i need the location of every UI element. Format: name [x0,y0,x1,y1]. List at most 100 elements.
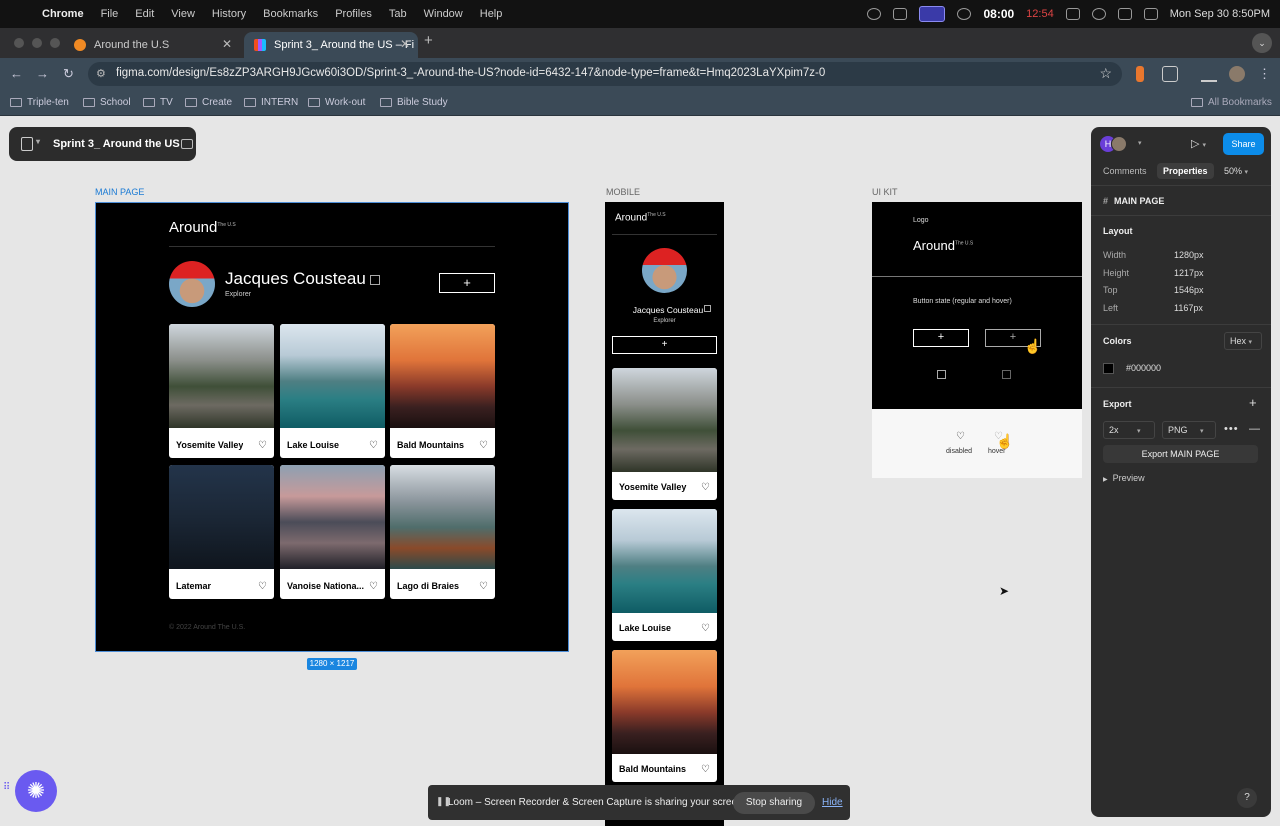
bookmark-work-out[interactable]: Work-out [308,97,365,108]
bookmark-create[interactable]: Create [185,97,232,108]
card-image[interactable] [612,650,717,754]
card-image[interactable] [390,324,495,428]
more-options-icon[interactable]: ••• [1224,423,1239,435]
file-name[interactable]: Sprint 3_ Around the US [53,138,180,150]
screen-mirror-icon[interactable] [919,6,946,22]
menu-view[interactable]: View [171,8,195,20]
card-image[interactable] [280,465,385,569]
frame-label-uikit[interactable]: UI KIT [872,187,898,197]
stop-sharing-button[interactable]: Stop sharing [733,792,815,814]
menu-window[interactable]: Window [424,8,463,20]
card-vanoise[interactable]: Vanoise Nationa... ♡ [280,465,385,599]
profile-avatar[interactable] [642,248,687,293]
figma-menu-icon[interactable] [21,137,33,151]
card-image[interactable] [169,324,274,428]
menu-profiles[interactable]: Profiles [335,8,372,20]
export-scale-select[interactable]: 2x ▾ [1103,421,1155,439]
width-value[interactable]: 1280px [1174,250,1204,260]
share-button[interactable]: Share [1223,133,1264,155]
remove-export-icon[interactable]: — [1249,423,1260,435]
bookmark-school[interactable]: School [83,97,131,108]
tab-search-icon[interactable]: ⌄ [1252,33,1272,53]
frame-label-mobile[interactable]: MOBILE [606,187,640,197]
bookmark-tv[interactable]: TV [143,97,173,108]
control-center-icon[interactable] [1117,8,1132,20]
downloads-icon[interactable] [1201,66,1217,82]
datetime[interactable]: Mon Sep 30 8:50PM [1170,8,1270,20]
close-window-button[interactable] [14,38,24,48]
close-tab-icon[interactable]: ✕ [400,37,410,51]
left-value[interactable]: 1167px [1174,303,1203,313]
card-yosemite[interactable]: Yosemite Valley ♡ [612,368,717,500]
height-value[interactable]: 1217px [1174,268,1204,278]
status-icon[interactable] [867,8,882,20]
address-bar[interactable]: ⚙ figma.com/design/Es8zZP3ARGH9JGcw60i3O… [88,62,1122,86]
heart-icon[interactable]: ♡ [369,440,378,451]
main-page-frame[interactable]: AroundThe U.S Jacques Cousteau Explorer … [95,202,569,652]
heart-icon[interactable]: ♡ [701,482,710,493]
menu-edit[interactable]: Edit [135,8,154,20]
toggle-sidebar-icon[interactable] [181,139,193,149]
ui-kit-like-states[interactable]: ♡ ♡ disabled hover [872,409,1082,478]
bookmark-bible-study[interactable]: Bible Study [380,97,448,108]
tab-figma-sprint[interactable]: Sprint 3_ Around the US – Fi ✕ [244,32,418,58]
menu-file[interactable]: File [101,8,119,20]
heart-icon[interactable]: ♡ [479,440,488,451]
user-icon[interactable] [1091,8,1106,20]
forward-icon[interactable]: → [36,66,49,81]
site-info-icon[interactable]: ⚙ [96,67,106,80]
tab-properties[interactable]: Properties [1157,163,1214,179]
menu-bookmarks[interactable]: Bookmarks [263,8,318,20]
tab-comments[interactable]: Comments [1103,166,1147,176]
wifi-icon[interactable] [1143,8,1158,20]
notes-icon[interactable] [893,8,908,20]
zoom-level[interactable]: 50% ▾ [1224,166,1248,176]
add-button-regular[interactable]: + [913,329,969,347]
bookmark-intern[interactable]: INTERN [244,97,298,108]
card-image[interactable] [390,465,495,569]
heart-icon[interactable]: ♡ [369,581,378,592]
hide-link[interactable]: Hide [822,797,843,808]
chevron-down-icon[interactable]: ▾ [1138,139,1142,147]
drag-handle-icon[interactable]: ⠿ [3,782,10,793]
preview-toggle[interactable]: ▶ Preview [1103,473,1145,483]
bookmark-triple-ten[interactable]: Triple-ten [10,97,69,108]
minimize-window-button[interactable] [32,38,42,48]
color-swatch[interactable] [1103,363,1114,374]
bookmark-star-icon[interactable]: ☆ [1099,65,1112,82]
battery-icon[interactable] [1065,8,1080,20]
close-tab-icon[interactable]: ✕ [222,37,232,51]
card-image[interactable] [612,368,717,472]
top-value[interactable]: 1546px [1174,285,1204,295]
heart-icon[interactable]: ♡ [258,440,267,451]
chevron-down-icon[interactable]: ▾ [36,137,40,146]
profile-avatar[interactable] [1229,66,1245,82]
ui-kit-frame[interactable]: Logo AroundThe U.S Button state (regular… [872,202,1082,409]
add-card-button[interactable]: + [612,336,717,354]
loom-record-button[interactable]: ✺ [15,770,57,812]
color-hex[interactable]: #000000 [1126,363,1161,373]
add-card-button[interactable]: + [439,273,495,293]
heart-icon[interactable]: ♡ [701,764,710,775]
menu-chrome[interactable]: Chrome [42,8,84,20]
timer-icon[interactable] [957,8,972,20]
card-lake-louise[interactable]: Lake Louise ♡ [280,324,385,458]
reload-icon[interactable]: ↻ [63,66,74,82]
card-image[interactable] [280,324,385,428]
card-image[interactable] [612,509,717,613]
frame-label-main[interactable]: MAIN PAGE [95,187,144,197]
present-play-icon[interactable]: ▷ ▾ [1191,137,1206,150]
help-icon[interactable]: ? [1237,788,1257,808]
back-icon[interactable]: ← [10,66,23,81]
maximize-window-button[interactable] [50,38,60,48]
heart-icon[interactable]: ♡ [479,581,488,592]
tab-around-the-us[interactable]: Around the U.S ✕ [64,32,240,58]
card-lake-louise[interactable]: Lake Louise ♡ [612,509,717,641]
edit-profile-icon[interactable] [704,305,711,312]
card-latemar[interactable]: Latemar ♡ [169,465,274,599]
menu-history[interactable]: History [212,8,246,20]
color-format-select[interactable]: Hex ▾ [1224,332,1262,350]
card-yosemite[interactable]: Yosemite Valley ♡ [169,324,274,458]
card-lago-di-braies[interactable]: Lago di Braies ♡ [390,465,495,599]
edit-icon[interactable] [937,370,946,379]
